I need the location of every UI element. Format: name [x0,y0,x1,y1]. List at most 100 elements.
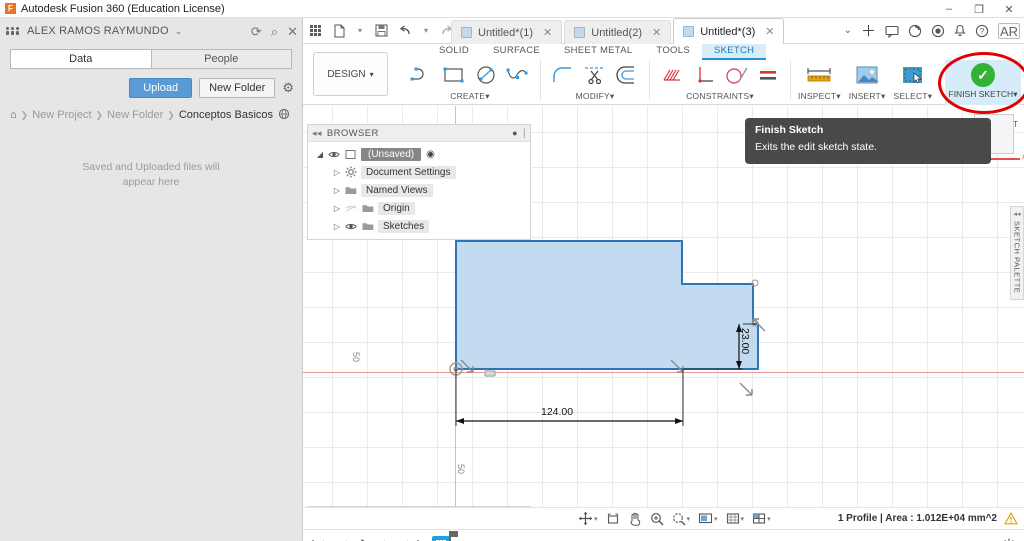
ribbon-group-label[interactable]: INSERT▾ [849,91,886,102]
pan-hand-icon[interactable] [625,510,645,528]
refresh-icon[interactable]: ⟳ [251,25,262,38]
browser-node-sketches[interactable]: ▷ Sketches [308,217,530,235]
circle-icon[interactable] [471,61,501,89]
expand-arrow-icon[interactable]: ▷ [329,204,345,213]
browser-node-unsaved[interactable]: ◢ (Unsaved) ◉ [308,145,530,163]
close-tab-icon[interactable]: ✕ [543,26,552,39]
browser-node-named-views[interactable]: ▷ Named Views [308,181,530,199]
new-document-caret-icon[interactable]: ▾ [351,18,369,44]
comments-panel[interactable]: COMMENTS ⊕ | [307,506,531,507]
finish-sketch-button[interactable]: ✓ FINISH SKETCH▾ [945,60,1021,105]
ribbon-group-label[interactable]: SELECT▾ [893,91,932,102]
fillet-icon[interactable] [548,61,578,89]
collapse-icon[interactable]: ◂◂ [1013,210,1020,218]
notifications-bell-icon[interactable] [954,24,966,38]
close-panel-icon[interactable]: ✕ [287,25,298,38]
display-settings-icon[interactable]: ▾ [695,510,721,528]
recent-icon[interactable] [931,24,945,38]
browser-options-icon[interactable]: ● [512,128,518,138]
search-icon[interactable]: ⌕ [271,25,278,38]
gear-icon[interactable]: ⚙ [282,80,294,96]
document-tab-untitled-2[interactable]: Untitled(2) ✕ [564,20,672,44]
visibility-eye-icon[interactable] [345,222,362,231]
ribbon-tab-solid[interactable]: SOLID [427,44,481,60]
zoom-extents-icon[interactable] [603,510,623,528]
ribbon-tab-sketch[interactable]: SKETCH [701,44,767,60]
avatar[interactable]: AR [998,23,1020,39]
visibility-eye-icon[interactable] [328,150,345,159]
trim-icon[interactable] [580,61,610,89]
orbit-icon[interactable]: ▾ [575,510,601,528]
browser-node-origin[interactable]: ▷ Origin [308,199,530,217]
zoom-icon[interactable] [647,510,667,528]
equal-icon[interactable] [753,61,783,89]
browser-resize-handle[interactable]: | [523,128,526,139]
width-dimension-label[interactable]: 124.00 [541,406,573,418]
maximize-button[interactable]: ❐ [964,0,994,18]
ribbon-tab-sheet-metal[interactable]: SHEET METAL [552,44,644,60]
spline-icon[interactable] [503,61,533,89]
expand-arrow-icon[interactable]: ▷ [329,168,345,177]
measure-icon[interactable] [802,61,836,89]
app-grid-icon[interactable] [303,18,327,44]
close-button[interactable]: ✕ [994,0,1024,18]
canvas[interactable]: 124.00 23.00 50 50 ◂◂ BROWSER ● | ◢ (Uns… [303,106,1024,507]
ribbon-group-label[interactable]: CREATE▾ [450,91,490,102]
tab-overflow-caret-icon[interactable]: ⌄ [844,26,852,36]
close-tab-icon[interactable]: ✕ [652,26,661,39]
undo-caret-icon[interactable]: ▾ [417,18,435,44]
expand-arrow-icon[interactable]: ▷ [329,222,345,231]
arc-icon[interactable] [407,61,437,89]
perpendicular-icon[interactable] [689,61,719,89]
home-icon[interactable]: ⌂ [10,109,17,121]
chevron-down-icon[interactable]: ▾ [767,515,771,523]
tangent-icon[interactable] [721,61,751,89]
activate-component-icon[interactable]: ◉ [426,149,435,160]
activity-icon[interactable] [908,24,922,38]
chevron-down-icon[interactable]: ▾ [741,515,745,523]
new-document-icon[interactable] [327,18,351,44]
ribbon-tab-tools[interactable]: TOOLS [644,44,702,60]
minimize-button[interactable]: – [934,0,964,18]
browser-node-document-settings[interactable]: ▷ Document Settings [308,163,530,181]
chevron-down-icon[interactable]: ▾ [714,515,718,523]
grid-snaps-icon[interactable]: ▾ [723,510,748,528]
rectangle-icon[interactable] [439,61,469,89]
ribbon-group-label[interactable]: CONSTRAINTS▾ [686,91,754,102]
globe-icon[interactable] [278,108,290,120]
ribbon-tab-surface[interactable]: SURFACE [481,44,552,60]
chevron-down-icon[interactable]: ⌄ [175,26,183,37]
comment-icon[interactable] [885,25,899,38]
document-tab-untitled-3[interactable]: Untitled*(3) ✕ [673,18,785,44]
workspace-selector[interactable]: DESIGN ▾ [313,52,388,96]
horizontal-vertical-icon[interactable] [657,61,687,89]
zoom-window-icon[interactable]: ▾ [669,510,694,528]
breadcrumb-item-new-folder[interactable]: New Folder [107,109,163,121]
collapse-icon[interactable]: ◂◂ [312,128,322,139]
insert-image-icon[interactable] [850,61,884,89]
breadcrumb-item-new-project[interactable]: New Project [32,109,91,121]
ribbon-group-label[interactable]: INSPECT▾ [798,91,841,102]
add-tab-icon[interactable]: ＋ [861,24,876,39]
user-name-label[interactable]: ALEX RAMOS RAYMUNDO [27,25,169,37]
undo-icon[interactable] [393,18,417,44]
chevron-down-icon[interactable]: ▾ [594,515,598,523]
viewports-icon[interactable]: ▾ [749,510,774,528]
warning-icon[interactable] [1004,512,1018,525]
breadcrumb-item-conceptos-basicos[interactable]: Conceptos Basicos [179,109,273,121]
expand-arrow-icon[interactable]: ▷ [329,186,345,195]
height-dimension-label[interactable]: 23.00 [739,328,751,354]
upload-button[interactable]: Upload [129,78,193,98]
browser-header[interactable]: ◂◂ BROWSER ● | [308,125,530,142]
document-tab-untitled-1[interactable]: Untitled*(1) ✕ [451,20,563,44]
select-window-icon[interactable] [896,61,930,89]
new-folder-button[interactable]: New Folder [199,78,276,98]
timeline-settings-icon[interactable] [1002,538,1016,541]
sketch1-timeline-item[interactable] [432,530,458,541]
tab-people[interactable]: People [151,49,292,69]
close-tab-icon[interactable]: ✕ [765,25,774,38]
expand-arrow-icon[interactable]: ◢ [312,150,328,159]
ribbon-group-label[interactable]: MODIFY▾ [576,91,615,102]
offset-icon[interactable] [612,61,642,89]
save-icon[interactable] [369,18,393,44]
